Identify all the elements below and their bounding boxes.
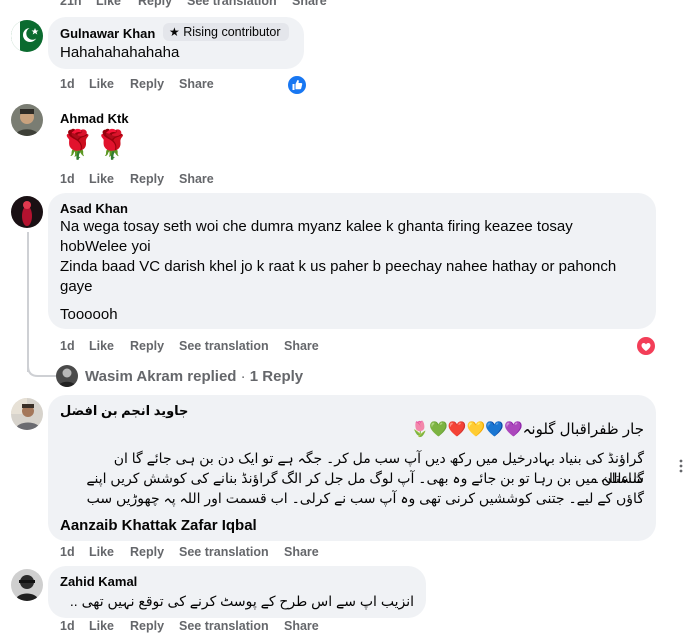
share-button[interactable]: Share xyxy=(284,339,319,353)
replier-name: Wasim Akram xyxy=(85,368,184,385)
like-button[interactable]: Like xyxy=(96,0,121,8)
comment-text-line: Toooooh xyxy=(60,306,118,323)
star-icon: ★ xyxy=(169,25,180,39)
reply-button[interactable]: Reply xyxy=(130,77,164,91)
comment-time[interactable]: 1d xyxy=(60,619,75,633)
avatar[interactable] xyxy=(56,365,78,387)
comment-text-line: Na wega tosay seth woi che dumra myanz k… xyxy=(60,218,573,235)
reply-thread-line xyxy=(27,232,29,372)
reply-button[interactable]: Reply xyxy=(130,619,164,633)
reply-button[interactable]: Reply xyxy=(130,339,164,353)
comment-time[interactable]: 1d xyxy=(60,339,75,353)
mention-links[interactable]: Aanzaib Khattak Zafar Iqbal xyxy=(60,516,257,536)
rising-contributor-badge[interactable]: ★ Rising contributor xyxy=(163,23,289,41)
comment-text: انزیب اپ سے اس طرح کے پوسٹ کرنے کی توقع … xyxy=(69,593,414,609)
see-translation-button[interactable]: See translation xyxy=(187,0,277,8)
avatar[interactable] xyxy=(11,20,43,52)
see-translation-button[interactable]: See translation xyxy=(179,619,269,633)
comment-text-line: جار ظفراقبال گلونہ💜💙💛❤️💚🌷 xyxy=(410,421,644,438)
avatar[interactable] xyxy=(11,398,43,430)
share-button[interactable]: Share xyxy=(292,0,327,8)
reply-connector xyxy=(27,360,56,377)
avatar[interactable] xyxy=(11,104,43,136)
comment-author[interactable]: Gulnawar Khan xyxy=(60,26,155,41)
view-replies-link[interactable]: Wasim Akram replied · 1 Reply xyxy=(85,368,303,385)
comment-author[interactable]: Asad Khan xyxy=(60,201,128,216)
comment-text-line: hobWelee yoi xyxy=(60,238,151,255)
comment-time[interactable]: 1d xyxy=(60,172,75,186)
comment-text-line: Zinda baad VC darish khel jo k raat k us… xyxy=(60,258,617,275)
see-translation-button[interactable]: See translation xyxy=(179,545,269,559)
comment-author[interactable]: Ahmad Ktk xyxy=(60,111,129,126)
love-reaction-icon[interactable] xyxy=(635,335,657,357)
share-button[interactable]: Share xyxy=(179,77,214,91)
share-button[interactable]: Share xyxy=(284,619,319,633)
comment-text-line: gaye xyxy=(60,278,93,295)
comment-time[interactable]: 1d xyxy=(60,77,75,91)
like-reaction-icon[interactable] xyxy=(286,74,308,96)
like-button[interactable]: Like xyxy=(89,339,114,353)
reply-count: 1 Reply xyxy=(249,368,304,385)
separator: · xyxy=(240,368,246,385)
like-button[interactable]: Like xyxy=(89,545,114,559)
comment-text-line: گاؤں کے لیے۔ جتنی کوششیں کرنی تھی وہ آپ … xyxy=(86,490,644,506)
like-button[interactable]: Like xyxy=(89,619,114,633)
avatar[interactable] xyxy=(11,196,43,228)
comment-time[interactable]: 1d xyxy=(60,545,75,559)
like-button[interactable]: Like xyxy=(89,172,114,186)
comment-author[interactable]: جاوید انجم بن افضل xyxy=(60,403,262,419)
rose-emoji: 🌹🌹 xyxy=(60,129,130,160)
reply-button[interactable]: Reply xyxy=(130,545,164,559)
replied-label: replied xyxy=(187,368,237,385)
reply-button[interactable]: Reply xyxy=(138,0,172,8)
more-options-icon[interactable] xyxy=(676,459,686,473)
comment-author[interactable]: Zahid Kamal xyxy=(60,574,137,589)
comment-text-line: گلستان میں بن رہا تو بن جائے وہ بھی۔ آپ … xyxy=(86,470,644,486)
share-button[interactable]: Share xyxy=(179,172,214,186)
like-button[interactable]: Like xyxy=(89,77,114,91)
reply-button[interactable]: Reply xyxy=(130,172,164,186)
comment-text: Hahahahahahaha xyxy=(60,44,180,61)
avatar[interactable] xyxy=(11,569,43,601)
badge-label: Rising contributor xyxy=(183,25,281,39)
comment-time[interactable]: 21h xyxy=(60,0,82,8)
see-translation-button[interactable]: See translation xyxy=(179,339,269,353)
share-button[interactable]: Share xyxy=(284,545,319,559)
